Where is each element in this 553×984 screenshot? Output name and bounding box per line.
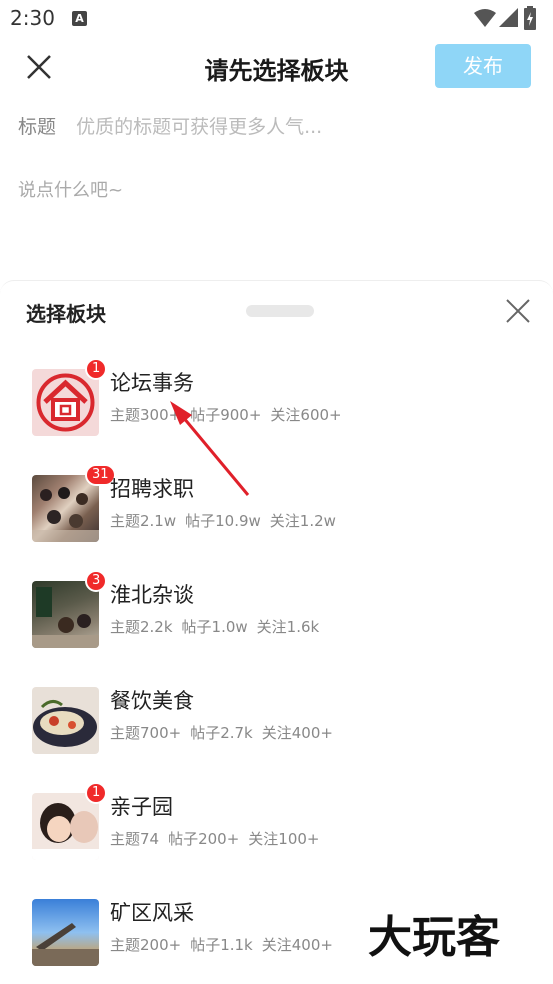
forum-stats: 主题74 帖子200+ 关注100+ [110, 828, 329, 849]
status-time: 2:30 [10, 6, 55, 30]
post-count: 帖子1.0w [181, 618, 248, 636]
sheet-close-icon[interactable] [503, 296, 533, 326]
topic-count: 主题74 [110, 830, 160, 848]
forum-item[interactable]: 1 论坛事务 主题300+ 帖子900+ 关注600+ [0, 358, 553, 458]
post-count: 帖子2.7k [190, 724, 253, 742]
follow-count: 关注400+ [261, 936, 333, 954]
title-field[interactable]: 标题 优质的标题可获得更多人气... [18, 112, 322, 139]
publish-button[interactable]: 发布 [435, 44, 531, 88]
forum-item[interactable]: 餐饮美食 主题700+ 帖子2.7k 关注400+ [0, 676, 553, 776]
title-label: 标题 [18, 116, 57, 138]
post-count: 帖子200+ [168, 830, 240, 848]
topic-count: 主题2.1w [110, 512, 177, 530]
unread-badge: 1 [85, 358, 108, 380]
post-count: 帖子1.1k [190, 936, 253, 954]
forum-item[interactable]: 31 招聘求职 主题2.1w 帖子10.9w 关注1.2w [0, 464, 553, 564]
follow-count: 关注100+ [248, 830, 320, 848]
signal-icon [499, 8, 518, 27]
annotation-arrow-icon [170, 401, 250, 496]
follow-count: 关注400+ [261, 724, 333, 742]
unread-badge: 1 [85, 782, 108, 804]
food-photo [32, 687, 99, 754]
forum-name: 餐饮美食 [110, 689, 194, 713]
forum-name: 矿区风采 [110, 901, 194, 925]
sheet-title: 选择板块 [26, 302, 106, 326]
forum-stats: 主题2.1w 帖子10.9w 关注1.2w [110, 510, 345, 531]
topic-count: 主题700+ [110, 724, 182, 742]
unread-badge: 3 [85, 570, 108, 592]
post-count: 帖子10.9w [185, 512, 261, 530]
forum-item[interactable]: 3 淮北杂谈 主题2.2k 帖子1.0w 关注1.6k [0, 570, 553, 670]
mine-photo [32, 899, 99, 966]
svg-text:大玩客: 大玩客 [368, 912, 500, 962]
forum-stats: 主题2.2k 帖子1.0w 关注1.6k [110, 616, 328, 637]
follow-count: 关注600+ [270, 406, 342, 424]
forum-picker-sheet: 选择板块 1 论坛事务 主题300+ 帖子900+ 关注600+ 31 招聘求职… [0, 280, 553, 984]
forum-stats: 主题200+ 帖子1.1k 关注400+ [110, 934, 342, 955]
watermark-logo: 大玩客 [368, 912, 500, 962]
follow-count: 关注1.2w [269, 512, 336, 530]
topic-count: 主题2.2k [110, 618, 173, 636]
forum-stats: 主题700+ 帖子2.7k 关注400+ [110, 722, 342, 743]
title-input[interactable]: 优质的标题可获得更多人气... [76, 116, 322, 138]
child-photo [32, 793, 99, 860]
body-input[interactable]: 说点什么吧~ [18, 176, 123, 202]
street-photo [32, 581, 99, 648]
forum-name: 亲子园 [110, 795, 173, 819]
top-bar: 请先选择板块 发布 [0, 38, 553, 96]
house-logo-icon [32, 369, 99, 436]
follow-count: 关注1.6k [256, 618, 320, 636]
forum-item[interactable]: 1 亲子园 主题74 帖子200+ 关注100+ [0, 782, 553, 882]
notification-icon: A [72, 11, 87, 26]
crowd-photo [32, 475, 99, 542]
wifi-icon [474, 9, 496, 27]
forum-name: 论坛事务 [110, 371, 194, 395]
topic-count: 主题200+ [110, 936, 182, 954]
battery-icon [524, 6, 536, 30]
forum-name: 淮北杂谈 [110, 583, 194, 607]
status-bar: 2:30 A [0, 0, 553, 38]
drag-handle[interactable] [246, 305, 314, 317]
